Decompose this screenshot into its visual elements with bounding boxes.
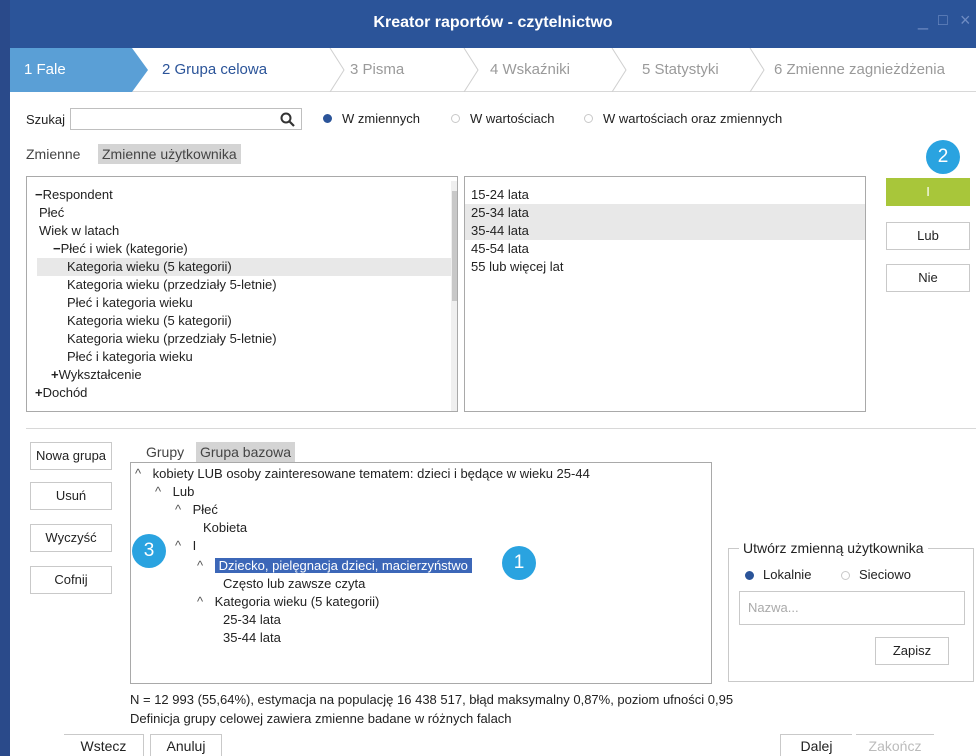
tab-zmienne[interactable]: Zmienne — [22, 144, 84, 164]
wizard-steps: 1 Fale 2 Grupa celowa 3 Pisma 4 Wskaźnik… — [10, 48, 976, 92]
tree-item-selected[interactable]: Kategoria wieku (5 kategorii) — [37, 258, 451, 276]
step-grupa-celowa[interactable]: 2 Grupa celowa — [162, 48, 267, 92]
scrollbar-thumb[interactable] — [452, 191, 457, 301]
search-input[interactable] — [70, 108, 302, 130]
value-item[interactable]: 15-24 lata — [471, 186, 529, 204]
group-node[interactable]: ^ Lub — [155, 483, 194, 501]
group-leaf[interactable]: 25-34 lata — [223, 611, 281, 629]
step-separator — [611, 48, 627, 92]
tree-item[interactable]: −Respondent — [35, 186, 113, 204]
radio-w-zmiennych[interactable] — [323, 114, 332, 123]
undo-button[interactable]: Cofnij — [30, 566, 112, 594]
create-user-variable-legend: Utwórz zmienną użytkownika — [739, 540, 928, 556]
close-icon[interactable]: × — [960, 10, 971, 31]
remove-button[interactable]: Usuń — [30, 482, 112, 510]
maximize-icon[interactable]: □ — [938, 12, 948, 30]
step-arrow — [132, 48, 148, 92]
value-item[interactable]: 55 lub więcej lat — [471, 258, 564, 276]
radio-lokalnie[interactable] — [745, 571, 754, 580]
section-divider — [26, 428, 976, 429]
tree-item[interactable]: Wiek w latach — [39, 222, 119, 240]
tree-item[interactable]: Płeć — [39, 204, 64, 222]
step-statystyki[interactable]: 5 Statystyki — [642, 48, 719, 92]
radio-w-wartosciach[interactable] — [451, 114, 460, 123]
group-leaf[interactable]: Często lub zawsze czyta — [223, 575, 365, 593]
or-button[interactable]: Lub — [886, 222, 970, 250]
group-node[interactable]: ^ Kategoria wieku (5 kategorii) — [197, 593, 379, 611]
group-tree[interactable]: ^ kobiety LUB osoby zainteresowane temat… — [130, 462, 712, 684]
name-input[interactable]: Nazwa... — [739, 591, 965, 625]
not-button[interactable]: Nie — [886, 264, 970, 292]
radio-lokalnie-label: Lokalnie — [763, 567, 812, 582]
value-item-selected[interactable]: 35-44 lata — [465, 222, 865, 240]
step-separator — [749, 48, 765, 92]
group-node-selected[interactable]: ^ Dziecko, pielęgnacja dzieci, macierzyń… — [197, 557, 472, 575]
variables-tree[interactable]: −Respondent Płeć Wiek w latach −Płeć i w… — [26, 176, 458, 412]
values-list[interactable]: 15-24 lata 25-34 lata 35-44 lata 45-54 l… — [464, 176, 866, 412]
group-node[interactable]: ^ kobiety LUB osoby zainteresowane temat… — [135, 465, 590, 483]
variables-scrollbar[interactable] — [451, 181, 457, 411]
save-button[interactable]: Zapisz — [875, 637, 949, 665]
badge-1: 1 — [502, 546, 536, 580]
step-zmienne-zagniezdzenia[interactable]: 6 Zmienne zagnieżdżenia — [774, 48, 945, 92]
badge-3: 3 — [132, 534, 166, 568]
group-leaf[interactable]: Kobieta — [203, 519, 247, 537]
new-group-button[interactable]: Nowa grupa — [30, 442, 112, 470]
cancel-button[interactable]: Anuluj — [150, 734, 222, 756]
finish-button[interactable]: Zakończ — [856, 734, 934, 756]
and-button[interactable]: I — [886, 178, 970, 206]
step-wskazniki[interactable]: 4 Wskaźniki — [490, 48, 570, 92]
status-line-1: N = 12 993 (55,64%), estymacja na popula… — [130, 692, 734, 707]
tree-item[interactable]: +Dochód — [35, 384, 87, 402]
minimize-icon[interactable]: _ — [918, 10, 928, 31]
badge-2: 2 — [926, 140, 960, 174]
value-item-selected[interactable]: 25-34 lata — [465, 204, 865, 222]
back-button[interactable]: Wstecz — [64, 734, 144, 756]
tree-item[interactable]: Płeć i kategoria wieku — [67, 294, 193, 312]
tree-item[interactable]: +Wykształcenie — [51, 366, 142, 384]
step-pisma[interactable]: 3 Pisma — [350, 48, 404, 92]
tree-item[interactable]: −Płeć i wiek (kategorie) — [53, 240, 188, 258]
title-bar: Kreator raportów - czytelnictwo _ □ × — [10, 0, 976, 48]
next-button[interactable]: Dalej — [780, 734, 852, 756]
radio-w-wartosciach-oraz-zmiennych-label: W wartościach oraz zmiennych — [603, 111, 783, 126]
tree-item[interactable]: Płeć i kategoria wieku — [67, 348, 193, 366]
step-separator — [463, 48, 479, 92]
tab-zmienne-uzytkownika[interactable]: Zmienne użytkownika — [98, 144, 241, 164]
group-node[interactable]: ^ I — [175, 537, 196, 555]
tree-item[interactable]: Kategoria wieku (5 kategorii) — [67, 312, 232, 330]
step-fale[interactable]: 1 Fale — [10, 48, 132, 92]
search-icon[interactable] — [280, 112, 295, 127]
radio-sieciowo[interactable] — [841, 571, 850, 580]
value-item[interactable]: 45-54 lata — [471, 240, 529, 258]
tab-grupa-bazowa[interactable]: Grupa bazowa — [196, 442, 296, 462]
radio-w-wartosciach-label: W wartościach — [470, 111, 555, 126]
radio-w-wartosciach-oraz-zmiennych[interactable] — [584, 114, 593, 123]
group-node[interactable]: ^ Płeć — [175, 501, 218, 519]
search-label: Szukaj — [26, 112, 66, 127]
radio-sieciowo-label: Sieciowo — [859, 567, 912, 582]
clear-button[interactable]: Wyczyść — [30, 524, 112, 552]
create-user-variable-group: Utwórz zmienną użytkownika Lokalnie Siec… — [728, 540, 974, 682]
tree-item[interactable]: Kategoria wieku (przedziały 5-letnie) — [67, 330, 277, 348]
tree-item[interactable]: Kategoria wieku (przedziały 5-letnie) — [67, 276, 277, 294]
status-line-2: Definicja grupy celowej zawiera zmienne … — [130, 711, 512, 726]
tab-grupy[interactable]: Grupy — [142, 442, 188, 462]
group-leaf[interactable]: 35-44 lata — [223, 629, 281, 647]
report-wizard-window: Kreator raportów - czytelnictwo _ □ × 1 … — [10, 0, 976, 756]
window-title: Kreator raportów - czytelnictwo — [373, 14, 613, 31]
radio-w-zmiennych-label: W zmiennych — [342, 111, 421, 126]
step-separator — [329, 48, 345, 92]
